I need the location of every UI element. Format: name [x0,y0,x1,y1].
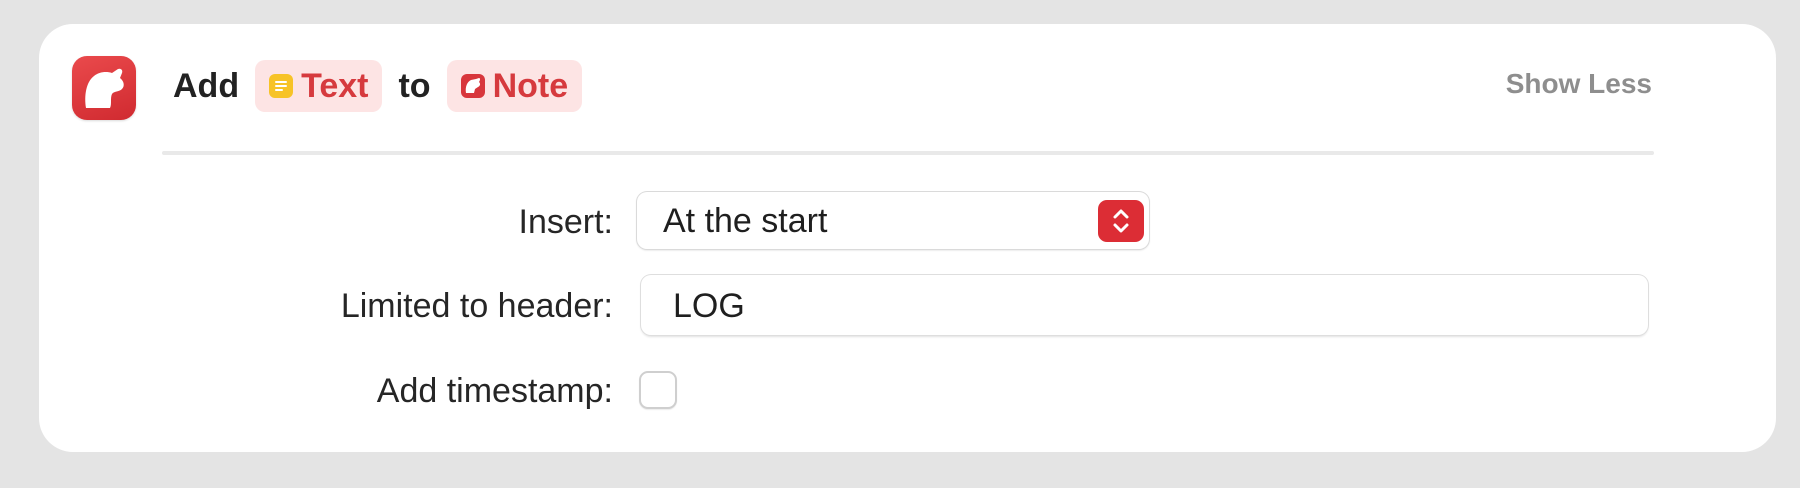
timestamp-checkbox[interactable] [639,371,677,409]
insert-label: Insert: [518,203,613,241]
header-input[interactable]: LOG [641,275,1648,335]
text-variable-icon [269,74,294,98]
timestamp-label: Add timestamp: [376,372,613,410]
show-less-button[interactable]: Show Less [1506,68,1652,100]
insert-position-select[interactable]: At the start [637,192,1149,249]
text-variable-label: Text [301,66,369,105]
header-input-value: LOG [673,287,745,325]
note-parameter-label: Note [492,66,569,105]
divider [162,151,1654,155]
bear-app-icon [72,56,136,120]
action-connector: to [398,66,431,105]
action-header: Add Text to Note [173,58,598,114]
header-label: Limited to header: [340,287,613,325]
bear-note-icon [460,74,485,98]
chevron-up-down-icon[interactable] [1098,200,1144,242]
note-parameter-token[interactable]: Note [446,60,583,112]
insert-position-value: At the start [663,202,828,240]
text-variable-token[interactable]: Text [255,60,383,112]
action-verb: Add [173,66,240,105]
